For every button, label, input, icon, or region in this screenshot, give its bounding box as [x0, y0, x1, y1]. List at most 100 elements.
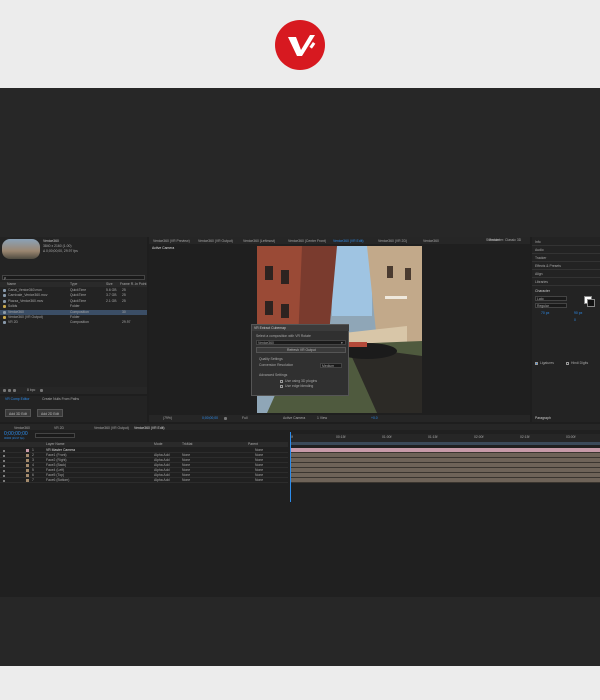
advanced-settings-heading: Advanced Settings — [259, 373, 288, 377]
add-3d-edit-button[interactable]: Add 3D Edit — [5, 409, 31, 417]
project-item[interactable]: VR 2D Composition 29.97 — [0, 320, 147, 325]
project-item[interactable]: Piazza_Venice360.mov QuickTime 2.1 GB 25 — [0, 299, 147, 304]
time-ruler[interactable]: 0f 00:15f 01:00f 01:15f 02:00f 02:15f 03:00f — [290, 434, 600, 442]
plugins-checkbox[interactable] — [280, 380, 283, 383]
new-folder-icon[interactable] — [8, 389, 11, 392]
viewer-tab[interactable]: Venice360 (VR 2D) — [378, 237, 407, 243]
footage-icon — [3, 299, 6, 303]
current-time-indicator[interactable] — [290, 432, 291, 502]
workspace-label[interactable]: Standard — [486, 238, 500, 242]
panel-item[interactable]: Info — [532, 239, 600, 246]
visibility-eye-icon[interactable] — [3, 469, 5, 472]
plugins-option-label: Use using 3D plugins — [285, 379, 318, 383]
tab-create-nulls[interactable]: Create Nulls From Paths — [42, 397, 79, 401]
viewer-tab-bar: Venice360 (VR Preview) Venice360 (VR Outp… — [149, 237, 530, 244]
label-color-swatch[interactable] — [26, 469, 29, 472]
viewer-tab[interactable]: Venice360 — [423, 237, 439, 243]
visibility-eye-icon[interactable] — [3, 474, 5, 477]
timeline-layer-row[interactable]: 7 Face6 (Bottom) Alpha Add None None — [0, 478, 288, 483]
label-color-swatch[interactable] — [26, 449, 29, 452]
project-panel: Venice360 3840 x 2160 (1.00) Δ 0;00;00;0… — [0, 237, 147, 394]
viewer-tab[interactable]: Venice360 (VR Edit) — [333, 237, 364, 243]
tab-vr-comp-editor[interactable]: VR Comp Editor — [5, 397, 30, 401]
camera-select[interactable]: Active Camera — [283, 416, 305, 420]
label-color-swatch[interactable] — [26, 474, 29, 477]
panel-item[interactable]: Audio — [532, 247, 600, 254]
panel-item[interactable]: Libraries — [532, 279, 600, 286]
add-2d-edit-button[interactable]: Add 2D Edit — [37, 409, 63, 417]
hindi-digits-checkbox[interactable] — [566, 362, 569, 365]
layer-duration-bar[interactable] — [291, 478, 600, 483]
delete-icon[interactable] — [40, 389, 43, 392]
panel-item[interactable]: Effects & Presets — [532, 263, 600, 270]
project-item[interactable]: Carnivale_Venice360.mov QuickTime 3.7 GB… — [0, 293, 147, 298]
font-style-select[interactable]: Regular — [535, 303, 567, 308]
font-size-value[interactable]: 70 px — [541, 311, 549, 315]
edge-blending-checkbox[interactable] — [280, 385, 283, 388]
viewer-label: Active Camera — [152, 246, 175, 250]
timeline-tab[interactable]: Venice360 — [14, 424, 30, 430]
timeline-panel: Venice360 VR 2D Venice360 (VR Output) Venic… — [0, 424, 600, 597]
layer-search-input[interactable] — [35, 433, 75, 438]
leading-value[interactable]: 90 px — [574, 311, 582, 315]
panel-item[interactable]: Tracker — [532, 255, 600, 262]
composition-dropdown[interactable]: Venice360 ▾ — [256, 340, 346, 345]
visibility-eye-icon[interactable] — [3, 464, 5, 467]
project-column-header: Name Type Size Frame R... In Point — [0, 282, 147, 287]
viewer-tab[interactable]: Venice360 (Leftmost) — [243, 237, 275, 243]
visibility-eye-icon[interactable] — [3, 459, 5, 462]
visibility-eye-icon[interactable] — [3, 479, 5, 482]
refresh-vr-output-button[interactable]: Refresh VR Output — [256, 347, 346, 353]
timeline-tab[interactable]: VR 2D — [54, 424, 64, 430]
viewer-tab[interactable]: Venice360 (VR Output) — [198, 237, 233, 243]
project-item[interactable]: Venice360 Composition 30 — [0, 309, 147, 315]
resolution-select[interactable]: Full — [242, 416, 247, 420]
tracking-value[interactable]: 0 — [574, 318, 576, 322]
project-item[interactable]: Venice360 (VR Output) Folder — [0, 315, 147, 320]
zoom-level[interactable]: (79%) — [163, 416, 172, 420]
interpret-footage-icon[interactable] — [3, 389, 6, 392]
project-item[interactable]: Canal_Venice360.mov QuickTime 5.6 GB 25 — [0, 288, 147, 293]
viewer-tab[interactable]: Venice360 (VR Preview) — [153, 237, 190, 243]
ligatures-checkbox[interactable] — [535, 362, 538, 365]
work-area-bar[interactable] — [290, 442, 600, 445]
exposure-value[interactable]: +0.0 — [371, 416, 378, 420]
layer-duration-bar[interactable] — [291, 463, 600, 468]
project-item[interactable]: Solids Folder — [0, 304, 147, 309]
project-search-input[interactable]: ρ — [2, 275, 145, 280]
label-color-swatch[interactable] — [26, 459, 29, 462]
ruler-tick-label: 01:00f — [382, 435, 392, 439]
comp-name: Venice360 — [43, 239, 59, 243]
stroke-color-swatch[interactable] — [587, 299, 595, 307]
viewer-tab[interactable]: Venice360 (Center Front) — [288, 237, 326, 243]
quality-settings-heading: Quality Settings — [259, 357, 283, 361]
snapshot-icon[interactable] — [224, 417, 227, 420]
project-footer: 8 bpc — [0, 387, 147, 394]
label-color-swatch[interactable] — [26, 454, 29, 457]
dialog-titlebar: VR Extract Cubemap — [252, 325, 349, 331]
panel-item[interactable]: Align — [532, 271, 600, 278]
label-color-swatch[interactable] — [26, 464, 29, 467]
layer-duration-bar[interactable] — [291, 448, 600, 453]
layer-duration-bar[interactable] — [291, 453, 600, 458]
resolution-dropdown[interactable]: Medium — [320, 363, 342, 368]
label-color-swatch[interactable] — [26, 479, 29, 482]
viewer-timecode[interactable]: 0;00;00;00 — [202, 416, 218, 420]
timeline-tab[interactable]: Venice360 (VR Edit) — [134, 424, 165, 430]
layer-duration-bar[interactable] — [291, 473, 600, 478]
bit-depth[interactable]: 8 bpc — [27, 388, 35, 392]
new-comp-icon[interactable] — [13, 389, 16, 392]
chevron-down-icon: ▾ — [341, 340, 343, 345]
visibility-eye-icon[interactable] — [3, 449, 5, 452]
layer-duration-bar[interactable] — [291, 458, 600, 463]
brand-logo — [275, 20, 325, 70]
timeline-tab[interactable]: Venice360 (VR Output) — [94, 424, 129, 430]
dialog-subtitle: Select a composition with VR Rotate — [256, 334, 311, 338]
ruler-tick-label: 03:00f — [566, 435, 576, 439]
visibility-eye-icon[interactable] — [3, 454, 5, 457]
layer-column-header: Layer Name Mode TrkMat Parent — [0, 442, 288, 447]
font-family-select[interactable]: Lato — [535, 296, 567, 301]
view-layout-select[interactable]: 1 View — [317, 416, 327, 420]
logo-mark-icon — [288, 35, 316, 56]
layer-duration-bar[interactable] — [291, 468, 600, 473]
